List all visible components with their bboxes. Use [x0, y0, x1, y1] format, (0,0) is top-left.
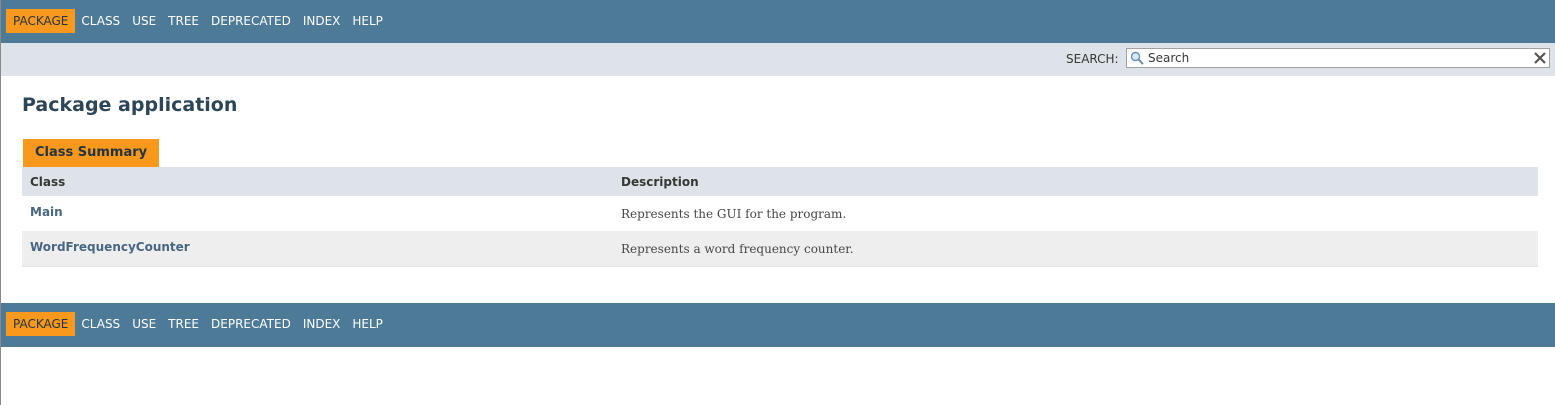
- nav-item-help[interactable]: HELP: [346, 312, 389, 336]
- nav-item-deprecated[interactable]: DEPRECATED: [205, 312, 297, 336]
- nav-item-tree[interactable]: TREE: [162, 312, 205, 336]
- class-link-main[interactable]: Main: [30, 205, 63, 219]
- table-row: Main Represents the GUI for the program.: [22, 196, 1538, 231]
- nav-item-class[interactable]: CLASS: [75, 9, 126, 33]
- page-title: Package application: [22, 94, 238, 116]
- description-cell: Represents the GUI for the program.: [613, 196, 1538, 231]
- nav-item-package[interactable]: PACKAGE: [6, 9, 76, 33]
- class-link-wordfrequencycounter[interactable]: WordFrequencyCounter: [30, 240, 190, 254]
- table-header-row: Class Description: [22, 167, 1538, 196]
- nav-item-deprecated[interactable]: DEPRECATED: [205, 9, 297, 33]
- close-icon[interactable]: [1533, 51, 1547, 65]
- bottom-navbar: PACKAGE CLASS USE TREE DEPRECATED INDEX …: [1, 303, 1555, 347]
- nav-item-use[interactable]: USE: [126, 9, 162, 33]
- sub-navbar: SEARCH:: [1, 43, 1555, 76]
- table-row: WordFrequencyCounter Represents a word f…: [22, 231, 1538, 267]
- nav-item-help[interactable]: HELP: [346, 9, 389, 33]
- search-box[interactable]: [1126, 48, 1550, 68]
- search-label: SEARCH:: [1066, 52, 1119, 66]
- search-input[interactable]: [1146, 49, 1530, 67]
- nav-item-index[interactable]: INDEX: [297, 9, 347, 33]
- header-description: Description: [613, 167, 1538, 196]
- bottom-nav-list: PACKAGE CLASS USE TREE DEPRECATED INDEX …: [6, 312, 389, 336]
- top-nav-list: PACKAGE CLASS USE TREE DEPRECATED INDEX …: [6, 9, 389, 33]
- class-cell: Main: [22, 196, 613, 231]
- nav-item-index[interactable]: INDEX: [297, 312, 347, 336]
- class-summary-table: Class Description Main Represents the GU…: [22, 167, 1538, 267]
- search-icon: [1130, 51, 1144, 65]
- class-cell: WordFrequencyCounter: [22, 231, 613, 267]
- page: PACKAGE CLASS USE TREE DEPRECATED INDEX …: [0, 0, 1555, 405]
- nav-item-package[interactable]: PACKAGE: [6, 312, 76, 336]
- nav-item-class[interactable]: CLASS: [75, 312, 126, 336]
- description-cell: Represents a word frequency counter.: [613, 231, 1538, 267]
- top-navbar: PACKAGE CLASS USE TREE DEPRECATED INDEX …: [1, 0, 1555, 43]
- nav-item-tree[interactable]: TREE: [162, 9, 205, 33]
- class-summary-caption: Class Summary: [23, 139, 160, 167]
- header-class: Class: [22, 167, 613, 196]
- nav-item-use[interactable]: USE: [126, 312, 162, 336]
